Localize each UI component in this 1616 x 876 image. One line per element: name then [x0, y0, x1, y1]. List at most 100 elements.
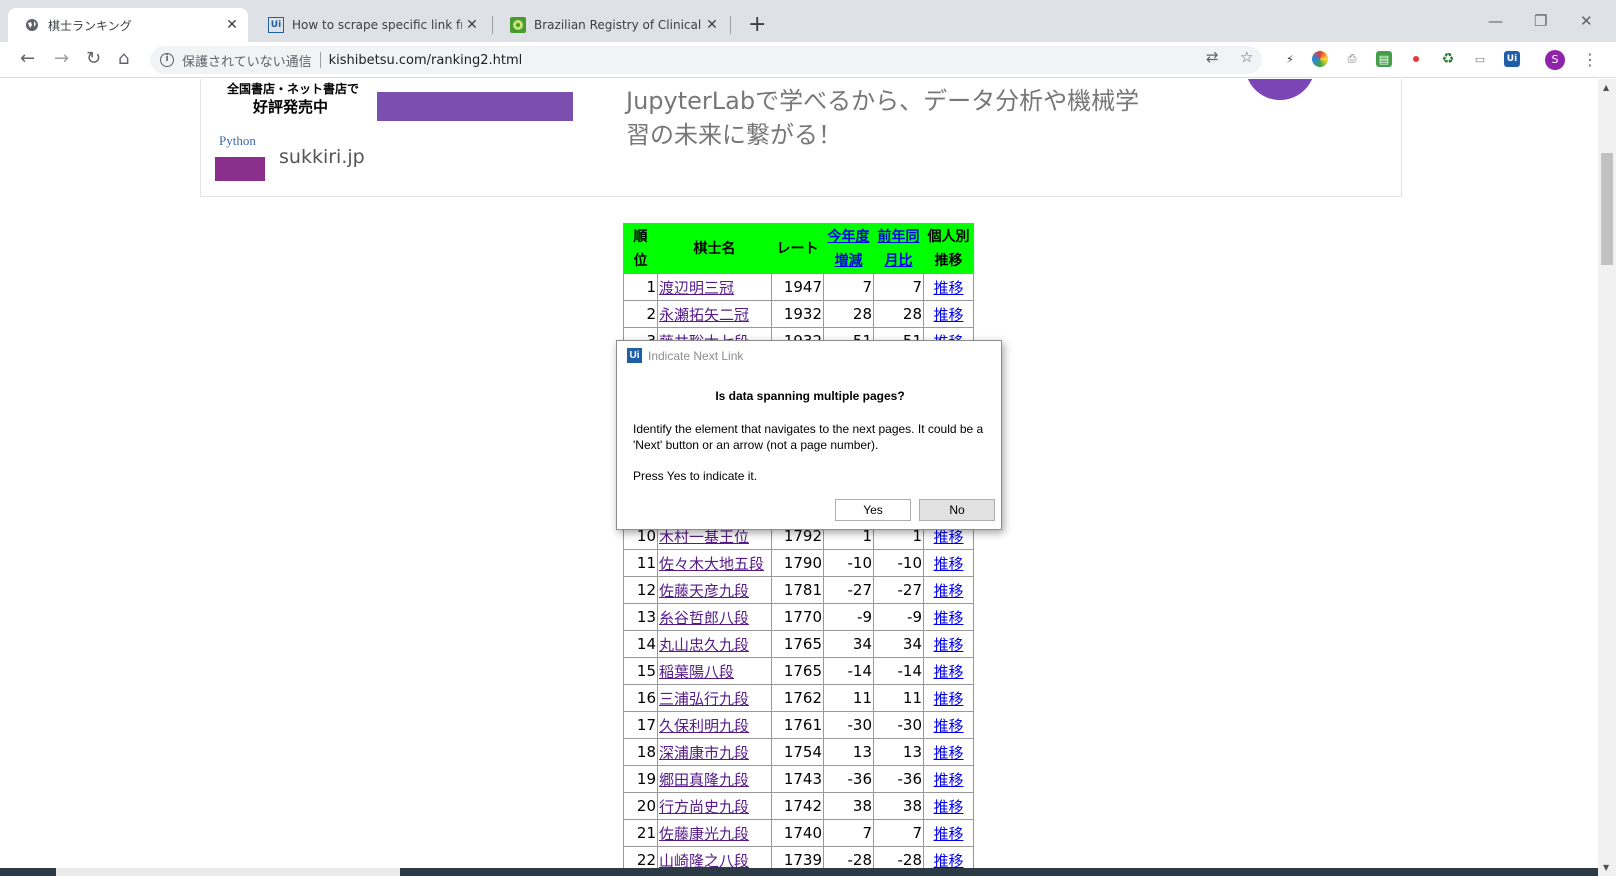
trend-cell[interactable]: 推移: [923, 684, 974, 712]
translate-icon[interactable]: ⇄: [1206, 48, 1219, 66]
ad-domain[interactable]: sukkiri.jp: [279, 146, 365, 168]
security-status[interactable]: 保護されていない通信: [182, 51, 312, 70]
player-name-cell[interactable]: 糸谷哲郎八段: [657, 603, 772, 631]
vertical-scrollbar[interactable]: ▲ ▼: [1598, 79, 1616, 876]
ad-copy[interactable]: JupyterLabで学べるから、データ分析や機械学習の未来に繋がる！: [626, 84, 1146, 152]
uipath-extension-icon[interactable]: Ui: [1504, 51, 1520, 67]
player-link[interactable]: 稲葉陽八段: [659, 663, 734, 681]
reload-icon[interactable]: ↻: [86, 48, 101, 69]
back-arrow-icon[interactable]: ←: [20, 48, 35, 69]
trend-cell[interactable]: 推移: [923, 300, 974, 328]
recycle-extension-icon[interactable]: ♻: [1440, 51, 1456, 67]
green-extension-icon[interactable]: ▤: [1376, 51, 1392, 67]
trend-cell[interactable]: 推移: [923, 657, 974, 685]
close-tab-icon[interactable]: ✕: [462, 17, 482, 33]
trend-link[interactable]: 推移: [933, 306, 963, 324]
forward-arrow-icon[interactable]: →: [54, 48, 69, 69]
player-link[interactable]: 佐々木大地五段: [659, 555, 764, 573]
player-name-cell[interactable]: 郷田真隆九段: [657, 765, 772, 793]
trend-link[interactable]: 推移: [933, 609, 963, 627]
player-link[interactable]: 佐藤康光九段: [659, 825, 749, 843]
yes-button[interactable]: Yes: [835, 499, 911, 521]
player-name-cell[interactable]: 行方尚史九段: [657, 792, 772, 820]
trend-link[interactable]: 推移: [933, 798, 963, 816]
trend-link[interactable]: 推移: [933, 555, 963, 573]
trend-cell[interactable]: 推移: [923, 765, 974, 793]
ad-banner-image[interactable]: 全国書店・ネット書店で 好評発売中: [217, 79, 573, 121]
player-link[interactable]: 丸山忠久九段: [659, 636, 749, 654]
trend-link[interactable]: 推移: [933, 582, 963, 600]
trend-link[interactable]: 推移: [933, 771, 963, 789]
address-bar[interactable]: i 保護されていない通信 kishibetsu.com/ranking2.htm…: [150, 46, 1262, 74]
close-tab-icon[interactable]: ✕: [222, 17, 242, 33]
restore-button[interactable]: ❐: [1534, 12, 1547, 30]
player-name-cell[interactable]: 久保利明九段: [657, 711, 772, 739]
scrollbar-thumb[interactable]: [1601, 153, 1613, 265]
trend-link[interactable]: 推移: [933, 528, 963, 546]
trend-link[interactable]: 推移: [933, 852, 963, 870]
player-name-cell[interactable]: 永瀬拓矢二冠: [657, 300, 772, 328]
tab-uipath-forum[interactable]: Ui How to scrape specific link from ✕: [252, 8, 488, 42]
info-icon[interactable]: i: [160, 53, 174, 67]
header-last-year[interactable]: 前年同 月比: [873, 223, 924, 274]
header-this-year[interactable]: 今年度 増減: [823, 223, 874, 274]
player-name-cell[interactable]: 佐藤康光九段: [657, 819, 772, 847]
chrome-menu-icon[interactable]: ⋮: [1582, 50, 1598, 69]
record-extension-icon[interactable]: [1408, 51, 1424, 67]
sort-last-year-link[interactable]: 前年同 月比: [878, 229, 920, 269]
player-link[interactable]: 三浦弘行九段: [659, 690, 749, 708]
advertisement[interactable]: 全国書店・ネット書店で 好評発売中 Python sukkiri.jp Jupy…: [200, 79, 1402, 197]
player-link[interactable]: 深浦康市九段: [659, 744, 749, 762]
cast-extension-icon[interactable]: ▭: [1472, 51, 1488, 67]
player-link[interactable]: 久保利明九段: [659, 717, 749, 735]
player-name-cell[interactable]: 渡辺明三冠: [657, 273, 772, 301]
player-link[interactable]: 渡辺明三冠: [659, 279, 734, 297]
player-name-cell[interactable]: 三浦弘行九段: [657, 684, 772, 712]
trend-link[interactable]: 推移: [933, 825, 963, 843]
trend-cell[interactable]: 推移: [923, 576, 974, 604]
trend-cell[interactable]: 推移: [923, 630, 974, 658]
color-picker-extension-icon[interactable]: [1312, 51, 1328, 67]
trend-link[interactable]: 推移: [933, 744, 963, 762]
close-tab-icon[interactable]: ✕: [702, 17, 722, 33]
new-tab-button[interactable]: +: [748, 12, 766, 37]
player-link[interactable]: 永瀬拓矢二冠: [659, 306, 749, 324]
trend-link[interactable]: 推移: [933, 279, 963, 297]
bookmark-star-icon[interactable]: ☆: [1240, 48, 1253, 66]
scroll-up-arrow-icon[interactable]: ▲: [1603, 83, 1609, 92]
home-icon[interactable]: ⌂: [118, 48, 129, 69]
player-name-cell[interactable]: 佐藤天彦九段: [657, 576, 772, 604]
player-link[interactable]: 郷田真隆九段: [659, 771, 749, 789]
player-link[interactable]: 糸谷哲郎八段: [659, 609, 749, 627]
trend-link[interactable]: 推移: [933, 717, 963, 735]
trend-cell[interactable]: 推移: [923, 819, 974, 847]
tab-shogi-ranking[interactable]: 棋士ランキング ✕: [8, 8, 248, 42]
trend-cell[interactable]: 推移: [923, 711, 974, 739]
player-name-cell[interactable]: 深浦康市九段: [657, 738, 772, 766]
scroll-down-arrow-icon[interactable]: ▼: [1603, 863, 1609, 872]
trend-cell[interactable]: 推移: [923, 792, 974, 820]
lightning-extension-icon[interactable]: ⚡: [1282, 51, 1298, 67]
player-name-cell[interactable]: 稲葉陽八段: [657, 657, 772, 685]
trend-link[interactable]: 推移: [933, 636, 963, 654]
print-extension-icon[interactable]: ⎙: [1344, 51, 1360, 67]
tab-clinical-trials[interactable]: Brazilian Registry of Clinical Trials ✕: [494, 8, 728, 42]
close-window-button[interactable]: ✕: [1580, 12, 1593, 30]
profile-avatar[interactable]: S: [1545, 50, 1565, 70]
player-link[interactable]: 木村一基王位: [659, 528, 749, 546]
player-link[interactable]: 行方尚史九段: [659, 798, 749, 816]
url-text[interactable]: kishibetsu.com/ranking2.html: [329, 53, 523, 68]
trend-link[interactable]: 推移: [933, 690, 963, 708]
trend-cell[interactable]: 推移: [923, 603, 974, 631]
trend-cell[interactable]: 推移: [923, 738, 974, 766]
trend-cell[interactable]: 推移: [923, 273, 974, 301]
trend-cell[interactable]: 推移: [923, 549, 974, 577]
sort-this-year-link[interactable]: 今年度 増減: [828, 229, 870, 269]
trend-link[interactable]: 推移: [933, 663, 963, 681]
minimize-button[interactable]: —: [1488, 12, 1503, 30]
player-name-cell[interactable]: 丸山忠久九段: [657, 630, 772, 658]
player-link[interactable]: 山崎隆之八段: [659, 852, 749, 870]
no-button[interactable]: No: [919, 499, 995, 521]
player-name-cell[interactable]: 佐々木大地五段: [657, 549, 772, 577]
player-link[interactable]: 佐藤天彦九段: [659, 582, 749, 600]
